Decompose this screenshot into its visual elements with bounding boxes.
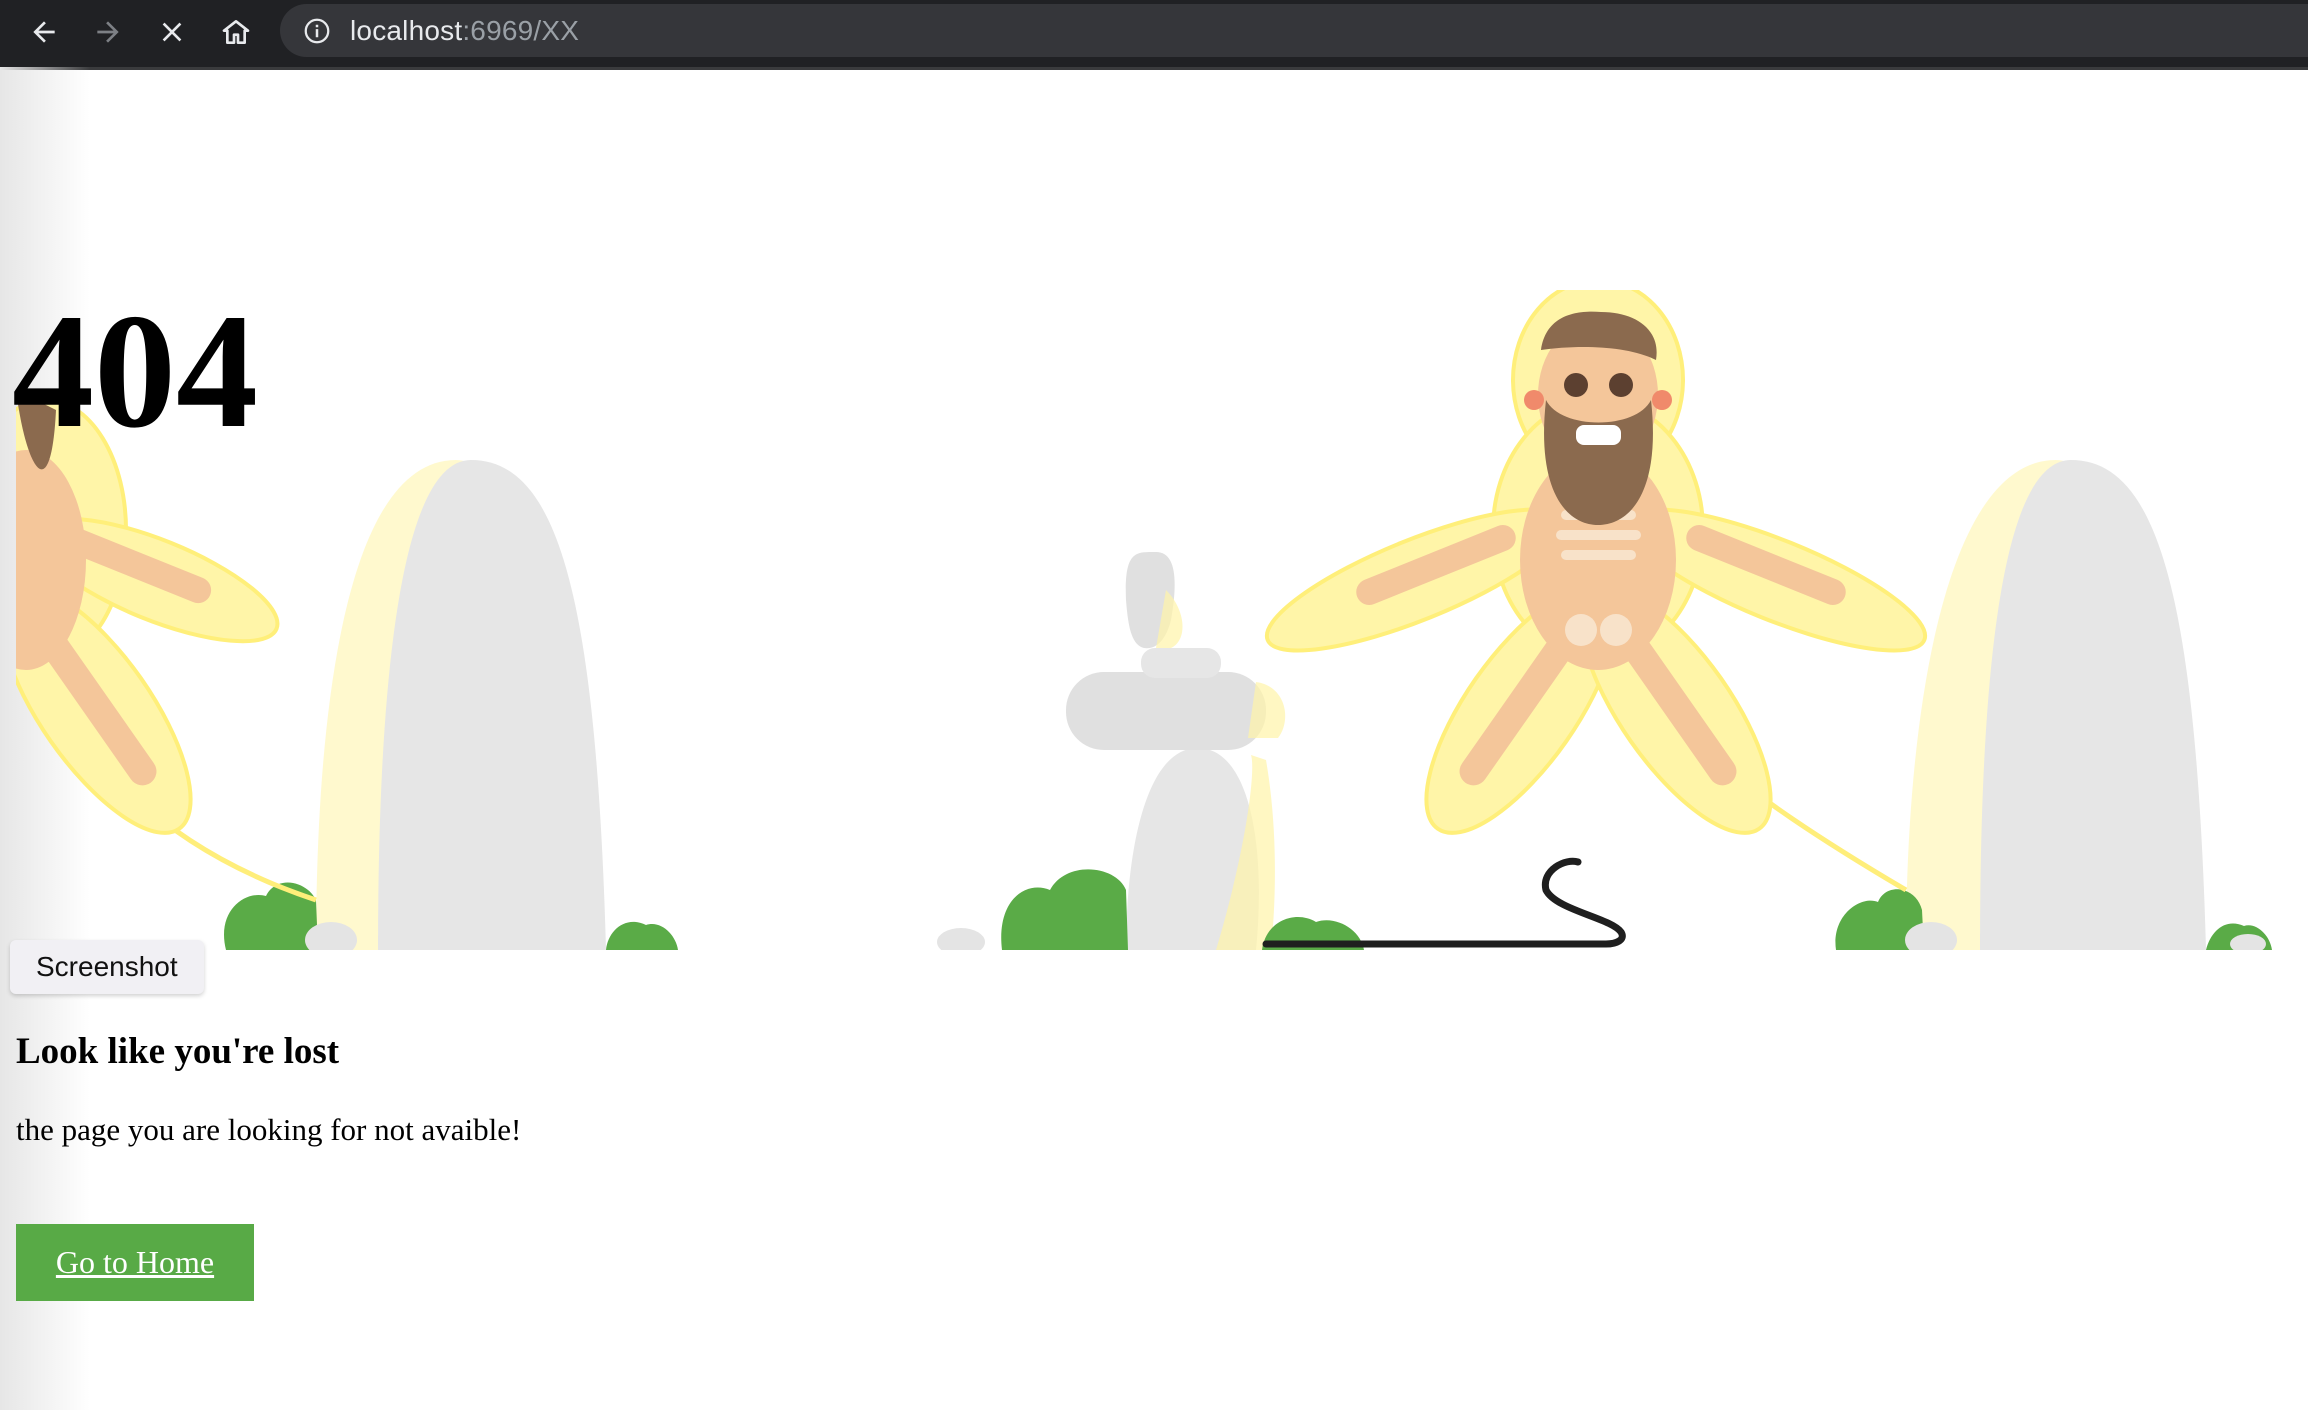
browser-toolbar: localhost:6969/XX: [0, 0, 2308, 67]
back-button[interactable]: [22, 10, 66, 54]
lost-heading: Look like you're lost: [16, 1031, 340, 1072]
screenshot-label: Screenshot: [10, 940, 204, 994]
forward-button[interactable]: [86, 10, 130, 54]
stop-button[interactable]: [150, 10, 194, 54]
home-icon: [222, 20, 250, 44]
address-bar[interactable]: localhost:6969/XX: [280, 4, 2308, 57]
left-tombstone: [316, 460, 606, 950]
url-text[interactable]: localhost:6969/XX: [350, 15, 579, 47]
illustration-scene: [16, 290, 2308, 950]
url-path: :6969/XX: [462, 14, 580, 46]
site-info-icon[interactable]: [302, 16, 332, 46]
home-nav-button[interactable]: [214, 10, 258, 54]
go-home-button[interactable]: Go to Home: [16, 1224, 254, 1301]
lost-message: the page you are looking for not avaible…: [16, 1112, 522, 1147]
error-code-heading: 404: [12, 281, 258, 462]
lost-illustration: [16, 290, 2272, 950]
stop-loading-icon: [162, 22, 182, 42]
url-host: localhost: [350, 14, 463, 46]
right-tombstone: [1906, 460, 2206, 950]
electrocuted-figure-right: [1264, 290, 1928, 835]
forward-arrow-icon: [97, 21, 119, 43]
back-arrow-icon: [33, 21, 55, 43]
